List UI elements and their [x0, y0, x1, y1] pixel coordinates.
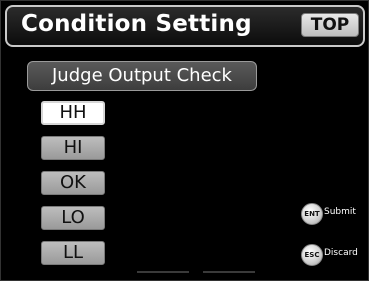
top-button[interactable]: TOP — [301, 13, 359, 37]
submit-label: Submit — [324, 207, 356, 217]
bottom-divider-right — [203, 271, 255, 273]
ent-key-icon[interactable]: ENT — [301, 203, 323, 225]
judge-button-ll[interactable]: LL — [41, 241, 105, 265]
judge-button-hh[interactable]: HH — [41, 101, 105, 125]
header-bar: Condition Setting TOP — [5, 5, 365, 47]
discard-label: Discard — [324, 248, 358, 258]
device-screen: Condition Setting TOP Judge Output Check… — [0, 0, 369, 281]
judge-button-lo[interactable]: LO — [41, 206, 105, 230]
ent-submit-key[interactable]: ENT Submit — [301, 203, 369, 225]
bottom-divider-left — [137, 271, 189, 273]
judge-button-hi[interactable]: HI — [41, 136, 105, 160]
esc-key-icon[interactable]: ESC — [301, 244, 323, 266]
section-title: Judge Output Check — [27, 61, 257, 91]
judge-button-ok[interactable]: OK — [41, 171, 105, 195]
page-title: Condition Setting — [21, 11, 252, 37]
esc-discard-key[interactable]: ESC Discard — [301, 244, 369, 266]
